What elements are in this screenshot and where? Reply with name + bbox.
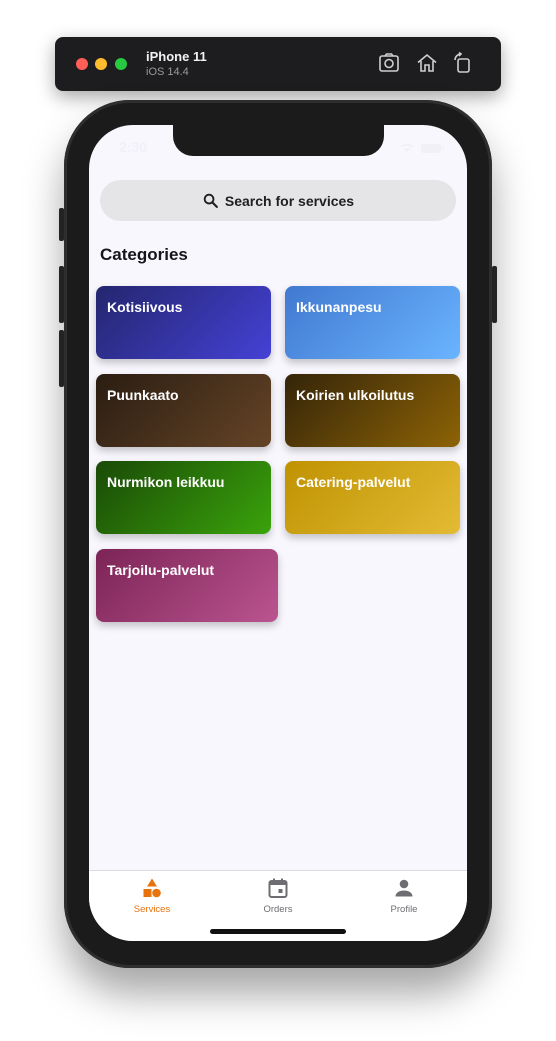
tab-label: Orders: [263, 904, 293, 915]
category-card-koirien-ulkoilutus[interactable]: Koirien ulkoilutus: [285, 374, 460, 447]
device-name: iPhone 11: [146, 49, 207, 64]
category-card-tarjoilu-palvelut[interactable]: Tarjoilu-palvelut: [96, 549, 278, 622]
category-card-nurmikon-leikkuu[interactable]: Nurmikon leikkuu: [96, 461, 271, 534]
tab-orders[interactable]: Orders: [215, 877, 341, 921]
category-label: Puunkaato: [107, 387, 179, 403]
tab-profile[interactable]: Profile: [341, 877, 467, 921]
category-card-ikkunanpesu[interactable]: Ikkunanpesu: [285, 286, 460, 359]
simulator-stage: iPhone 11 iOS 14.4 2:30 Search for servi…: [0, 0, 556, 1041]
mute-switch: [59, 208, 64, 241]
search-bar[interactable]: Search for services: [100, 180, 456, 221]
category-label: Tarjoilu-palvelut: [107, 562, 215, 578]
tab-label: Profile: [390, 904, 418, 915]
category-label: Koirien ulkoilutus: [296, 387, 415, 403]
search-icon: [202, 192, 219, 209]
screenshot-icon[interactable]: [377, 51, 401, 75]
home-icon[interactable]: [415, 51, 439, 75]
categories-heading: Categories: [100, 245, 188, 264]
home-indicator[interactable]: [210, 929, 346, 934]
tab-label: Services: [133, 904, 171, 915]
notch: [173, 125, 384, 156]
category-label: Catering-palvelut: [296, 474, 411, 490]
close-window-button[interactable]: [76, 58, 88, 70]
minimize-window-button[interactable]: [95, 58, 107, 70]
category-card-kotisiivous[interactable]: Kotisiivous: [96, 286, 271, 359]
status-time: 2:30: [119, 139, 148, 155]
rotate-icon[interactable]: [451, 51, 475, 75]
status-indicators: [399, 141, 445, 153]
category-label: Kotisiivous: [107, 299, 183, 315]
category-label: Nurmikon leikkuu: [107, 474, 225, 490]
person-icon: [393, 877, 415, 899]
volume-up-button: [59, 266, 64, 323]
simulator-title-bar: iPhone 11 iOS 14.4: [55, 37, 501, 91]
category-card-catering-palvelut[interactable]: Catering-palvelut: [285, 461, 460, 534]
os-version: iOS 14.4: [146, 66, 189, 78]
tab-services[interactable]: Services: [89, 877, 215, 921]
volume-down-button: [59, 330, 64, 387]
search-label: Search for services: [224, 192, 355, 209]
power-button: [492, 266, 497, 323]
category-label: Ikkunanpesu: [296, 299, 382, 315]
services-shapes-icon: [141, 877, 163, 899]
category-card-puunkaato[interactable]: Puunkaato: [96, 374, 271, 447]
calendar-icon: [267, 877, 289, 899]
zoom-window-button[interactable]: [115, 58, 127, 70]
app-screen: 2:30 Search for services Categories Koti…: [89, 125, 467, 941]
